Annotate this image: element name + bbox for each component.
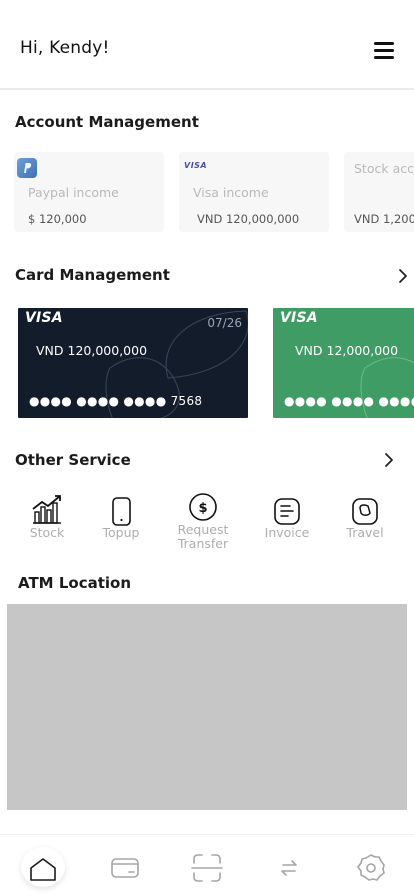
service-label: Stock	[29, 525, 65, 540]
account-name: Visa income	[193, 185, 269, 200]
dollar-coin-icon: $	[186, 492, 220, 526]
card-management-title: Card Management	[15, 266, 170, 284]
transfer-arrows-icon	[281, 860, 297, 876]
tab-home[interactable]	[21, 847, 65, 887]
bottom-tab-bar	[0, 834, 414, 896]
card-balance: VND 12,000,000	[295, 343, 399, 358]
service-topup[interactable]: Topup	[91, 492, 151, 540]
service-label: Invoice	[264, 525, 310, 540]
account-value: VND 1,200,	[354, 212, 414, 226]
dollar-glyph: $	[198, 501, 207, 516]
card-list: VISA 07/26 VND 120,000,000 ●●●● ●●●● ●●●…	[0, 308, 414, 420]
chevron-right-icon[interactable]	[395, 268, 411, 284]
account-name: Stock acco	[354, 161, 414, 176]
card-number: ●●●● ●●●● ●●●● 7568	[29, 394, 203, 408]
tab-transfer[interactable]	[267, 847, 311, 887]
tab-cards[interactable]	[103, 847, 147, 887]
paypal-icon	[17, 158, 37, 178]
service-label: Topup	[102, 525, 140, 540]
scan-icon	[191, 854, 223, 882]
account-value: $ 120,000	[28, 212, 87, 226]
invoice-icon	[270, 492, 304, 526]
service-invoice[interactable]: Invoice	[257, 492, 317, 540]
gear-icon	[357, 854, 385, 881]
account-card-paypal[interactable]: Paypal income $ 120,000	[14, 152, 164, 232]
visa-logo: VISA	[280, 310, 318, 326]
home-icon	[30, 858, 56, 881]
account-name: Paypal income	[28, 185, 119, 200]
service-request-transfer[interactable]: $ Request Transfer	[173, 492, 233, 551]
visa-logo: VISA	[25, 310, 63, 326]
visa-icon: VISA	[184, 161, 208, 170]
service-label: Request Transfer	[177, 522, 229, 551]
account-management-title: Account Management	[15, 113, 199, 131]
card-number: ●●●● ●●●● ●●●● 20	[284, 394, 414, 408]
account-card-visa[interactable]: VISA Visa income VND 120,000,000	[179, 152, 329, 232]
account-list: Paypal income $ 120,000 VISA Visa income…	[0, 152, 414, 234]
app-header: Hi, Kendy!	[0, 0, 414, 90]
card-balance: VND 120,000,000	[36, 343, 148, 358]
service-label: Travel	[346, 525, 384, 540]
atm-map[interactable]	[7, 604, 407, 810]
account-value: VND 120,000,000	[197, 212, 300, 226]
service-travel[interactable]: Travel	[335, 492, 395, 540]
stock-chart-icon	[30, 492, 64, 526]
greeting-text: Hi, Kendy!	[20, 38, 110, 58]
chevron-right-icon[interactable]	[381, 452, 397, 468]
service-stock[interactable]: Stock	[17, 492, 77, 540]
atm-location-title: ATM Location	[18, 574, 131, 592]
card-expiry: 07/26	[207, 316, 242, 330]
card-icon	[111, 858, 139, 878]
hamburger-menu-icon[interactable]	[372, 40, 396, 60]
tab-settings[interactable]	[349, 847, 393, 887]
phone-icon	[104, 492, 138, 526]
other-service-title: Other Service	[15, 451, 131, 469]
tab-scan[interactable]	[185, 847, 229, 887]
account-card-stock[interactable]: Stock acco VND 1,200,	[344, 152, 414, 232]
travel-icon	[348, 492, 382, 526]
bank-card[interactable]: VISA 07/26 VND 120,000,000 ●●●● ●●●● ●●●…	[18, 308, 248, 418]
bank-card[interactable]: VISA VND 12,000,000 ●●●● ●●●● ●●●● 20	[273, 308, 414, 418]
